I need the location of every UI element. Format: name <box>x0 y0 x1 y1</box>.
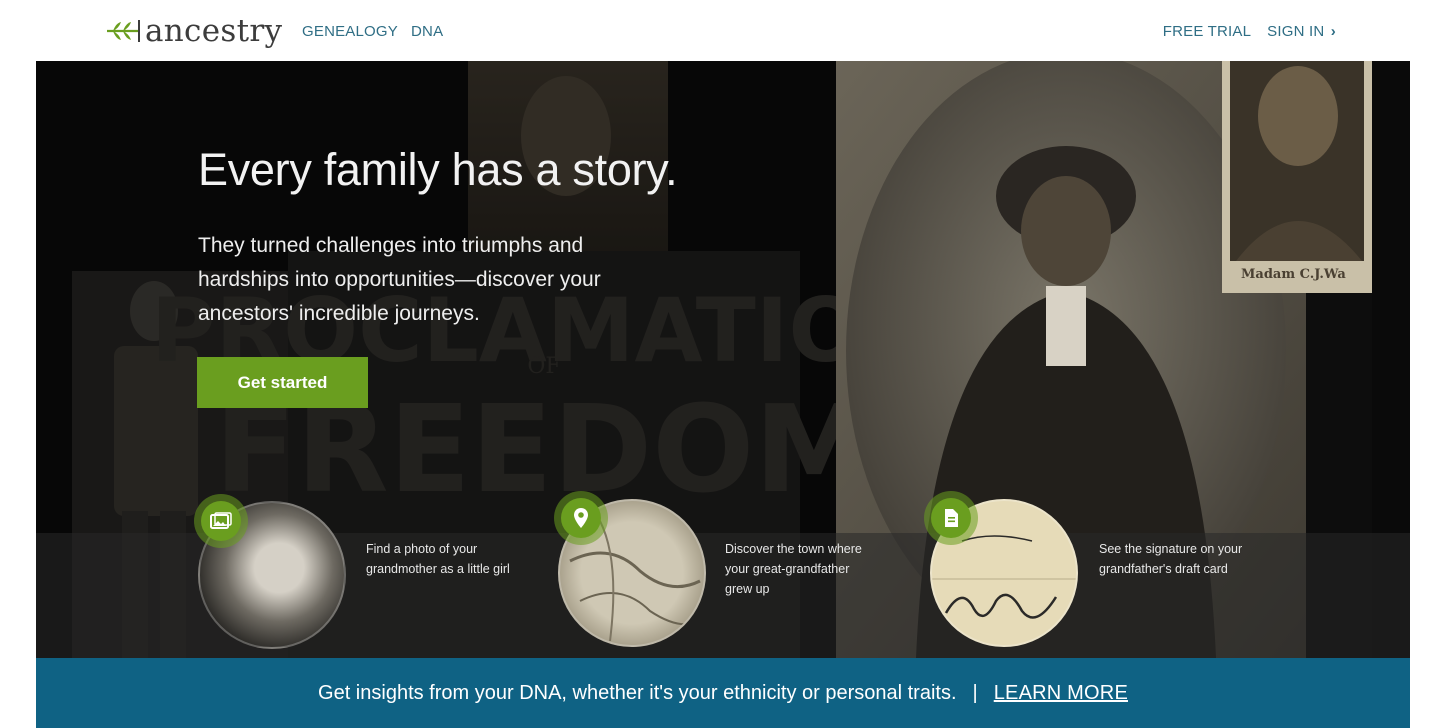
map-badge <box>554 491 608 545</box>
nav-dna-link[interactable]: DNA <box>411 23 443 41</box>
hero-section: PROCLAMATION OF FREEDOM Madam C.J.Wa Eve… <box>36 61 1410 658</box>
learn-more-link[interactable]: LEARN MORE <box>994 682 1128 705</box>
hero-subtext: They turned challenges into triumphs and… <box>198 234 601 325</box>
sign-in-label: SIGN IN <box>1267 23 1325 40</box>
dna-banner-separator: | <box>972 681 978 704</box>
primary-nav: GENEALOGY DNA <box>302 23 443 41</box>
brand-name: ancestry <box>145 12 283 49</box>
feature-document-text: See the signature on your grandfather's … <box>1099 542 1243 576</box>
document-icon <box>945 509 958 527</box>
account-nav: FREE TRIAL SIGN IN › <box>1163 23 1336 41</box>
ancestry-logo[interactable]: ancestry <box>103 13 282 49</box>
sign-in-link[interactable]: SIGN IN › <box>1267 23 1336 41</box>
photo-icon <box>210 512 232 529</box>
top-navigation: ancestry GENEALOGY DNA FREE TRIAL SIGN I… <box>0 0 1446 61</box>
chevron-right-icon: › <box>1330 23 1336 40</box>
dna-banner-text: Get insights from your DNA, whether it's… <box>318 681 957 704</box>
feature-photo-text: Find a photo of your grandmother as a li… <box>366 542 510 576</box>
get-started-button[interactable]: Get started <box>197 357 368 408</box>
hero-headline: Every family has a story. <box>198 144 678 195</box>
map-pin-icon <box>574 508 588 528</box>
document-badge <box>924 491 978 545</box>
stamp-caption: Madam C.J.Wa <box>1241 267 1346 282</box>
feature-map-text: Discover the town where your great-grand… <box>725 542 862 596</box>
free-trial-link[interactable]: FREE TRIAL <box>1163 23 1251 41</box>
dna-banner: Get insights from your DNA, whether it's… <box>36 658 1410 728</box>
nav-genealogy-link[interactable]: GENEALOGY <box>302 23 398 41</box>
leaf-logo-icon <box>107 20 140 42</box>
photo-badge <box>194 494 248 548</box>
